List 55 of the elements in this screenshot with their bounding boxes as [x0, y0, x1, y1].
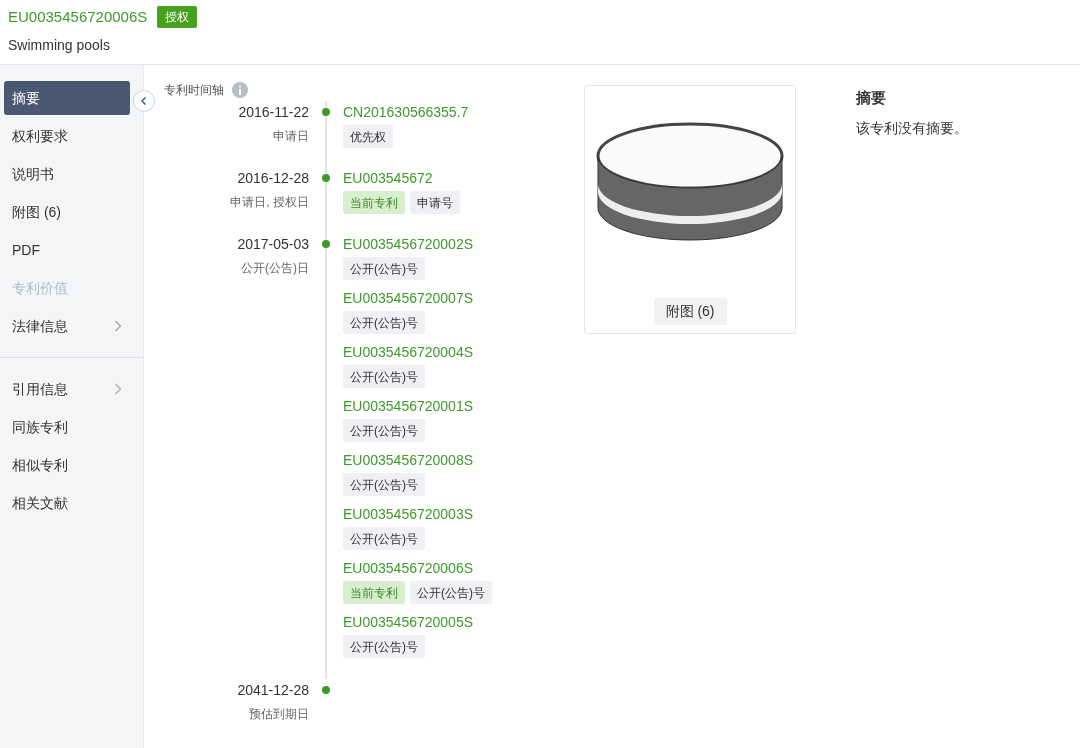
timeline-dot: [322, 686, 330, 694]
timeline-dot: [322, 108, 330, 116]
patent-link[interactable]: EU0035456720006S: [343, 557, 492, 579]
sidebar-item[interactable]: 法律信息: [4, 309, 130, 343]
sidebar-item[interactable]: PDF: [4, 233, 130, 267]
event-label: 预估到期日: [248, 706, 309, 723]
patent-link[interactable]: CN201630566355.7: [343, 101, 469, 123]
current-patent-tag: 当前专利: [343, 191, 405, 214]
event-label: 公开(公告)日: [240, 260, 309, 277]
event-label: 申请日: [272, 128, 309, 145]
doc-type-tag: 公开(公告)号: [343, 311, 425, 334]
patent-link[interactable]: EU0035456720003S: [343, 503, 492, 525]
sidebar-item[interactable]: 引用信息: [4, 372, 130, 406]
sidebar-item[interactable]: 同族专利: [4, 410, 130, 444]
patent-link[interactable]: EU003545672: [343, 167, 460, 189]
patent-link[interactable]: EU0035456720008S: [343, 449, 492, 471]
patent-link[interactable]: EU0035456720002S: [343, 233, 492, 255]
sidebar-item[interactable]: 相似专利: [4, 448, 130, 482]
figure-caption: 附图 (6): [653, 298, 727, 325]
event-label: 申请日, 授权日: [229, 194, 309, 211]
patent-number: EU0035456720006S: [8, 7, 148, 27]
sidebar-item[interactable]: 摘要: [4, 81, 130, 115]
chevron-left-icon: [139, 96, 149, 106]
timeline-dot: [322, 174, 330, 182]
abstract-heading: 摘要: [856, 88, 887, 108]
patent-title: Swimming pools: [8, 35, 111, 55]
patent-link[interactable]: EU0035456720007S: [343, 287, 492, 309]
doc-type-tag: 公开(公告)号: [343, 635, 425, 658]
patent-link[interactable]: EU0035456720005S: [343, 611, 492, 633]
status-badge: 授权: [157, 6, 198, 29]
timeline-title: 专利时间轴: [164, 82, 224, 99]
doc-type-tag: 公开(公告)号: [343, 365, 425, 388]
sidebar-item[interactable]: 权利要求: [4, 119, 130, 153]
doc-type-tag: 公开(公告)号: [343, 473, 425, 496]
doc-type-tag: 公开(公告)号: [343, 419, 425, 442]
collapse-button[interactable]: [133, 90, 155, 112]
event-date: 2041-12-28: [236, 681, 309, 700]
current-patent-tag: 当前专利: [343, 581, 405, 604]
timeline-dot: [322, 240, 330, 248]
doc-type-tag: 公开(公告)号: [410, 581, 492, 604]
event-date: 2016-11-22: [237, 103, 309, 122]
doc-type-tag: 公开(公告)号: [343, 257, 425, 280]
abstract-text: 该专利没有摘要。: [856, 118, 968, 138]
event-date: 2017-05-03: [236, 235, 309, 254]
sidebar-item[interactable]: 附图 (6): [4, 195, 130, 229]
figure-card[interactable]: 附图 (6): [584, 85, 796, 334]
doc-type-tag: 优先权: [343, 125, 393, 148]
sidebar-item[interactable]: 相关文献: [4, 486, 130, 520]
doc-type-tag: 公开(公告)号: [343, 527, 425, 550]
sidebar-item[interactable]: 说明书: [4, 157, 130, 191]
patent-link[interactable]: EU0035456720001S: [343, 395, 492, 417]
event-date: 2016-12-28: [236, 169, 309, 188]
info-icon[interactable]: [232, 82, 248, 98]
patent-link[interactable]: EU0035456720004S: [343, 341, 492, 363]
doc-type-tag: 申请号: [410, 191, 460, 214]
